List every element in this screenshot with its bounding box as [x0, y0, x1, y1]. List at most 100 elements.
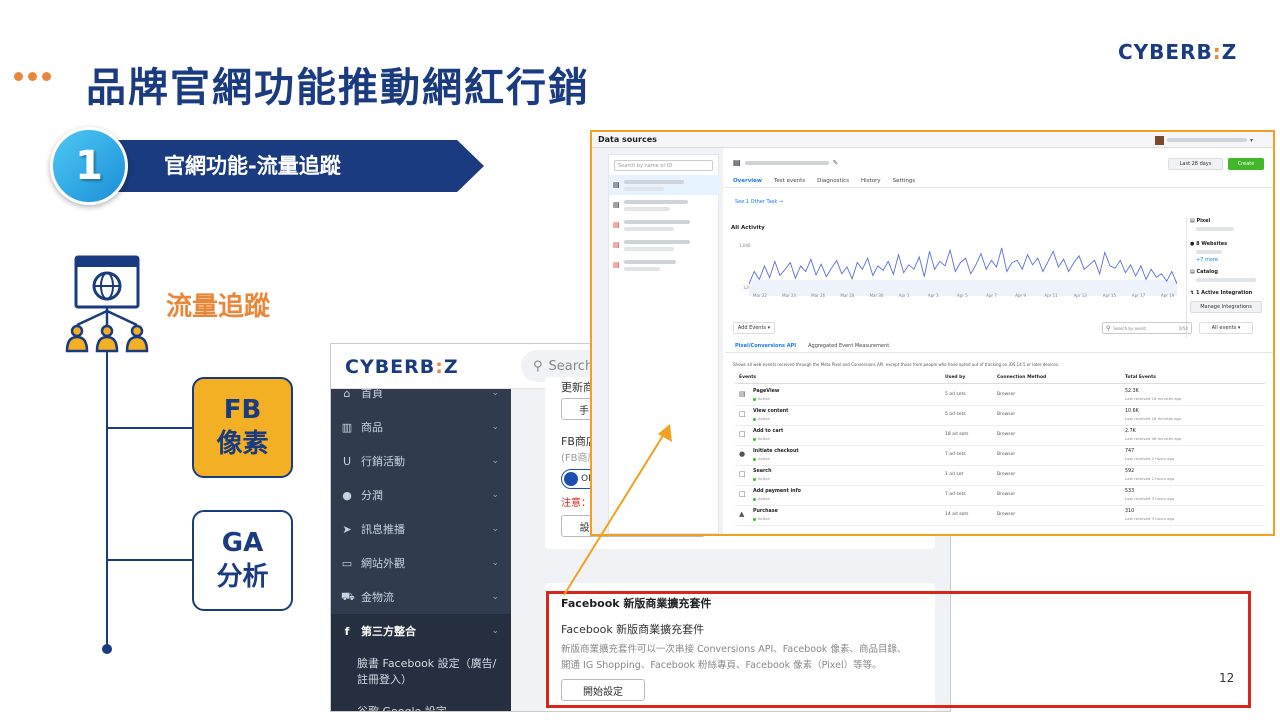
- event-name: Add to cart: [753, 429, 784, 434]
- event-icon: ▲: [739, 510, 745, 518]
- all-activity-title: All Activity: [731, 225, 765, 231]
- ds-source-row[interactable]: ▤: [609, 215, 720, 235]
- chevron-down-icon: ⌄: [491, 592, 499, 602]
- tab-aem[interactable]: Aggregated Event Measurement: [808, 343, 889, 349]
- table-row[interactable]: □ Add to cart Active 18 ad sets Browser 2.7K L…: [735, 426, 1265, 446]
- tab-pixel-capi[interactable]: Pixel/Conversions API: [735, 343, 796, 349]
- traffic-tracking-icon: [65, 255, 149, 353]
- event-used-by: 14 ad sets: [945, 512, 969, 517]
- ds-source-row[interactable]: ▤: [609, 175, 720, 195]
- tab-history[interactable]: History: [861, 178, 881, 184]
- facebook-icon: f: [344, 624, 350, 638]
- slide-title: 品牌官網功能推動網紅行銷: [86, 65, 590, 111]
- tab-settings[interactable]: Settings: [893, 178, 916, 184]
- event-name: Search: [753, 469, 772, 474]
- event-status: Active: [753, 516, 770, 521]
- ds-search-input[interactable]: Search by name or ID: [614, 160, 713, 171]
- event-icon: □: [739, 470, 746, 478]
- step-number-badge: 1: [50, 127, 128, 205]
- ds-source-row[interactable]: ▤: [609, 235, 720, 255]
- chevron-down-icon: ⌄: [491, 422, 499, 432]
- home-icon: ⌂: [343, 386, 351, 400]
- sidebar-item-marketing[interactable]: U 行銷活動 ⌄: [331, 444, 511, 478]
- event-total: 747: [1125, 449, 1135, 454]
- table-row[interactable]: ▲ Purchase Active 14 ad sets Browser 310 Last …: [735, 506, 1265, 526]
- table-row[interactable]: □ Search Active 1 ad set Browser 592 Last rece…: [735, 466, 1265, 486]
- fb-pixel-tag: FB 像素: [192, 377, 293, 478]
- admin-sidebar: ⌂ 首頁 ⌄ ▥ 商品 ⌄ U 行銷活動 ⌄ ● 分潤 ⌄ ➤ 訊息推播 ⌄ ▭ 網站外觀 ⌄ ⛟ 金物流…: [331, 387, 511, 711]
- sidebar-item-integrations[interactable]: f 第三方整合 ⌄: [331, 614, 511, 648]
- x-tick-label: Mar 24: [782, 293, 797, 298]
- event-method: Browser: [997, 452, 1016, 457]
- x-tick-label: Apr 5: [957, 293, 968, 298]
- table-row[interactable]: ▤ PageView Active 5 ad sets Browser 52.3K Last…: [735, 386, 1265, 406]
- sidebar-subitem-google[interactable]: 谷歌 Google 設定: [331, 695, 511, 711]
- barcode-icon: ▥: [341, 420, 353, 434]
- event-last-received: Last received 2 hours ago: [1125, 476, 1175, 481]
- ds-main-panel: ▤ ✎ Last 28 days Create Overview Test ev…: [725, 148, 1273, 534]
- x-tick-label: Apr 9: [1015, 293, 1027, 298]
- table-row[interactable]: □ View content Active 5 ad sets Browser 10.6K…: [735, 406, 1265, 426]
- ds-left-panel: Search by name or ID ▤ ▤ ▤ ▤ ▤: [592, 148, 723, 534]
- event-last-received: Last received 18 minutes ago: [1125, 416, 1182, 421]
- x-tick-label: Apr 17: [1131, 293, 1146, 298]
- tab-overview[interactable]: Overview: [733, 178, 762, 184]
- event-icon: ●: [739, 450, 746, 458]
- highlight-box: [546, 591, 1251, 708]
- integration-label: ↯ 1 Active Integration: [1190, 290, 1253, 296]
- sidebar-item-push[interactable]: ➤ 訊息推播 ⌄: [331, 512, 511, 546]
- event-name: Add payment info: [753, 489, 801, 494]
- magnet-icon: U: [342, 454, 352, 468]
- branch-ga: [107, 559, 193, 561]
- ds-source-row[interactable]: ▤: [609, 255, 720, 275]
- table-row[interactable]: ● Initiate checkout Active 7 ad sets Browser…: [735, 446, 1265, 466]
- other-task-link[interactable]: See 1 Other Task →: [735, 199, 783, 205]
- event-used-by: 18 ad sets: [945, 432, 969, 437]
- warning-icon: ▤: [613, 261, 620, 269]
- all-events-select[interactable]: All events ▾: [1199, 322, 1253, 334]
- date-range-button[interactable]: Last 28 days: [1168, 158, 1223, 170]
- tree-end-dot: [102, 644, 112, 654]
- pencil-icon: ✎: [832, 158, 839, 167]
- tab-diagnostics[interactable]: Diagnostics: [817, 178, 849, 184]
- ds-source-row[interactable]: ▤: [609, 195, 720, 215]
- sidebar-item-products[interactable]: ▥ 商品 ⌄: [331, 410, 511, 444]
- manage-integrations-button[interactable]: Manage Integrations: [1190, 301, 1262, 313]
- x-tick-label: Apr 3: [927, 293, 939, 298]
- event-last-received: Last received 3 hours ago: [1125, 496, 1175, 501]
- event-method: Browser: [997, 512, 1016, 517]
- sidebar-item-appearance[interactable]: ▭ 網站外觀 ⌄: [331, 546, 511, 580]
- x-tick-label: Mar 26: [811, 293, 826, 298]
- search-icon: ⚲: [533, 358, 543, 374]
- search-event-input[interactable]: ⚲ Search by event 0/50: [1102, 322, 1192, 334]
- data-sources-screenshot: Data sources ▾ Search by name or ID ▤ ▤ …: [590, 130, 1275, 536]
- x-tick-label: Mar 22: [753, 293, 767, 298]
- account-selector[interactable]: ▾: [1155, 135, 1263, 145]
- create-button[interactable]: Create: [1228, 158, 1264, 170]
- activity-chart: [749, 247, 1177, 296]
- chevron-down-icon: ⌄: [491, 388, 499, 398]
- user-icon: ●: [342, 488, 352, 502]
- x-tick-label: Apr 19: [1161, 293, 1175, 298]
- event-status: Active: [753, 496, 770, 501]
- table-row[interactable]: □ Add payment info Active 7 ad sets Browser 5…: [735, 486, 1265, 506]
- brand-logo: CYBERB:Z: [1118, 40, 1238, 64]
- x-tick-label: Apr 1: [898, 293, 910, 298]
- monitor-icon: ▭: [341, 556, 353, 570]
- event-total: 310: [1125, 509, 1135, 514]
- ds-header: Data sources ▾: [592, 132, 1273, 148]
- tracking-label: 流量追蹤: [166, 292, 271, 322]
- sidebar-subitem-facebook[interactable]: 臉書 Facebook 設定（廣告/註冊登入）: [331, 648, 511, 696]
- event-status: Active: [753, 436, 770, 441]
- sidebar-item-home[interactable]: ⌂ 首頁 ⌄: [331, 376, 511, 410]
- event-total: 52.3K: [1125, 389, 1139, 394]
- event-total: 592: [1125, 469, 1135, 474]
- add-events-button[interactable]: Add Events ▾: [733, 322, 775, 334]
- x-tick-label: Apr 13: [1073, 293, 1087, 298]
- tab-test-events[interactable]: Test events: [774, 178, 805, 184]
- x-tick-label: Apr 15: [1102, 293, 1116, 298]
- event-used-by: 7 ad sets: [945, 492, 966, 497]
- more-websites-link[interactable]: +7 more: [1196, 257, 1272, 263]
- sidebar-item-affiliate[interactable]: ● 分潤 ⌄: [331, 478, 511, 512]
- sidebar-item-logistics[interactable]: ⛟ 金物流 ⌄: [331, 580, 511, 614]
